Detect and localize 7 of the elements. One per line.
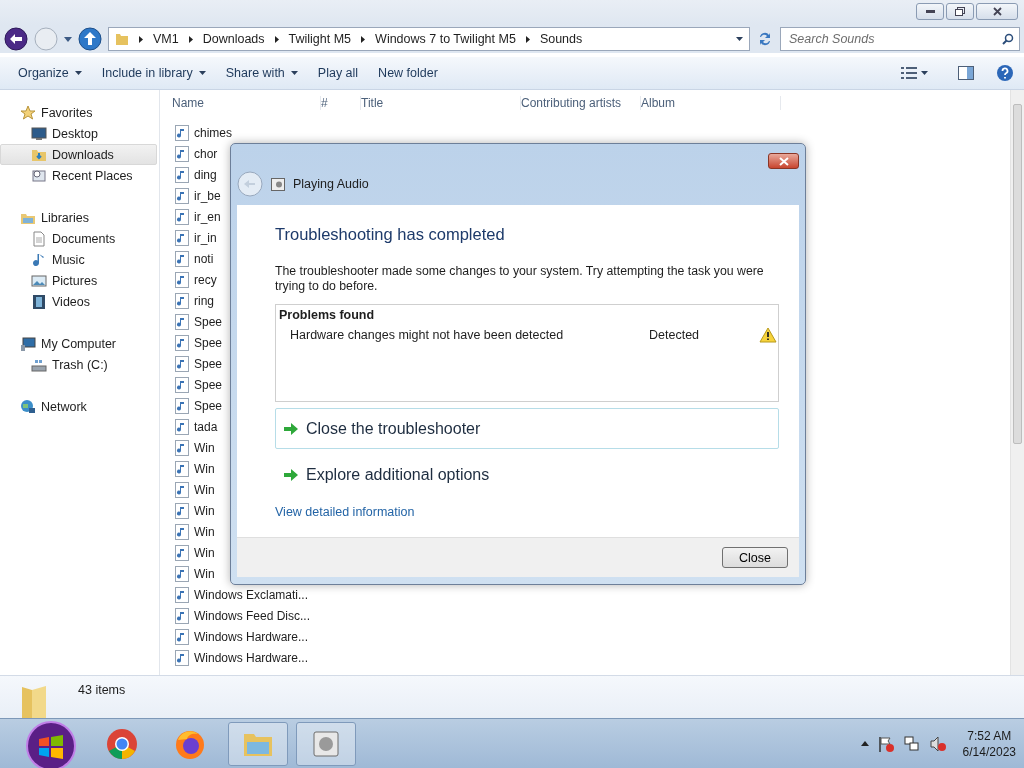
dialog-heading: Troubleshooting has completed [275,225,506,244]
dialog-message: The troubleshooter made some changes to your system. Try attempting the task you were trying to do before. [275,264,765,294]
dialog-title: Playing Audio [293,177,369,191]
problems-heading: Problems found [279,308,376,322]
item-count: 43 items [78,683,126,697]
problem-status: Detected [649,328,701,342]
problem-text: Hardware changes might not have been detected [290,328,565,342]
